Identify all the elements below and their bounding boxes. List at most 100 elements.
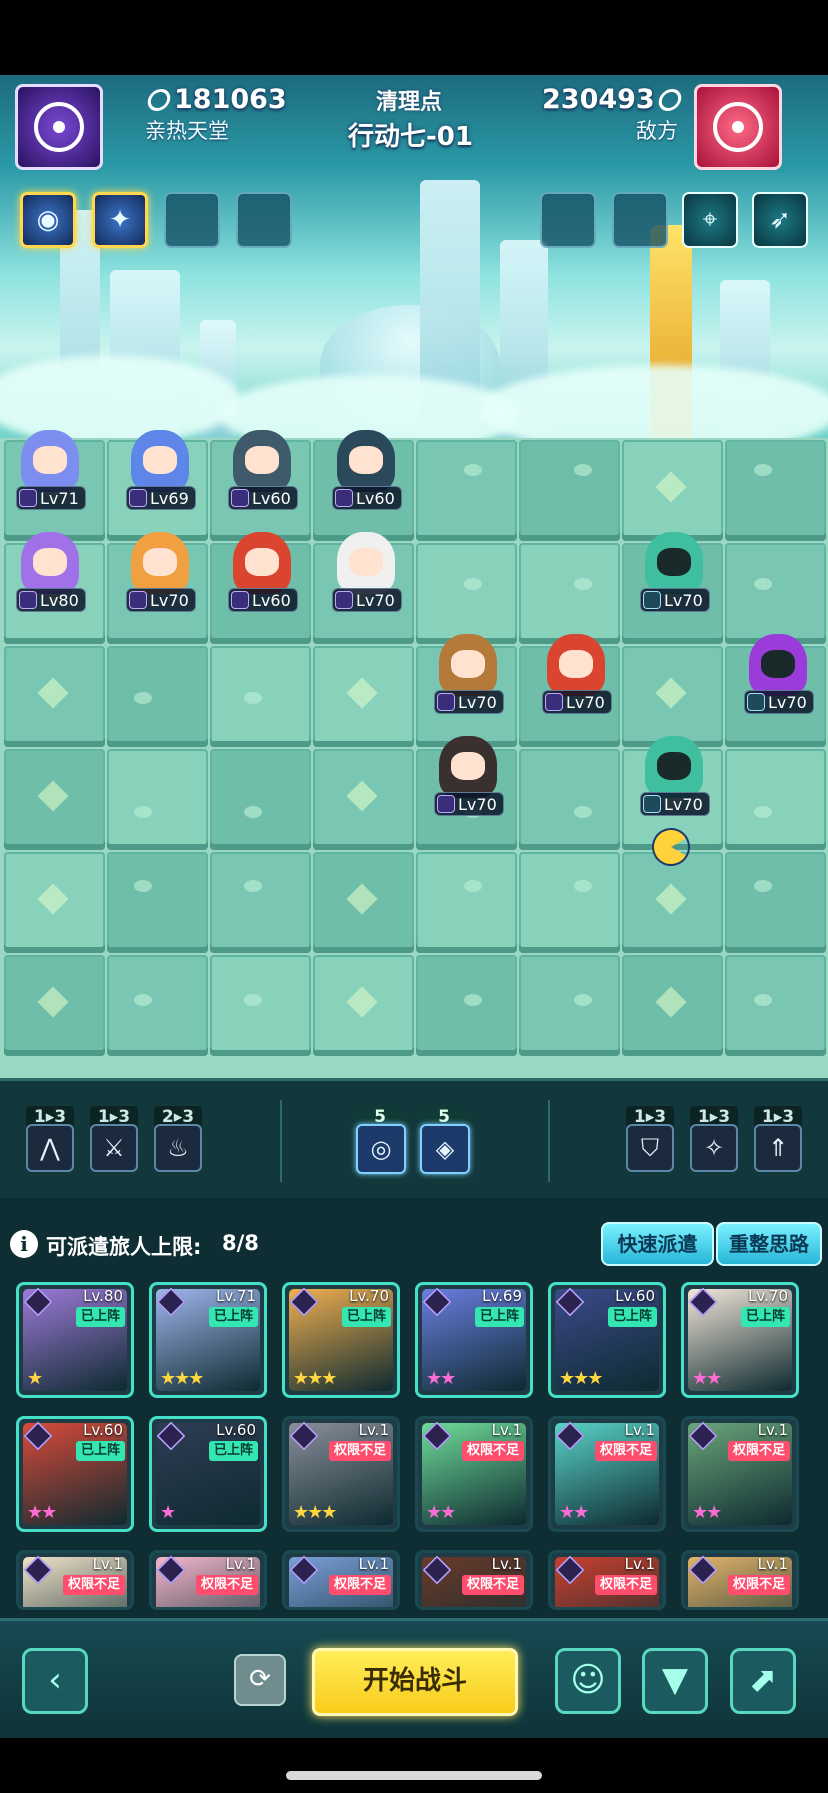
board-tile[interactable] [210,749,311,850]
traveler-card[interactable]: Lv.70 已上阵 ★★ [681,1282,799,1398]
enemy-buff-slot-crosshair[interactable]: ⌖ [682,192,738,248]
board-tile[interactable] [725,440,826,541]
class-swirl[interactable]: ◎ [356,1124,406,1174]
board-tile[interactable] [416,852,517,953]
enemy-unit[interactable]: Lv70 [626,730,722,830]
player-unit[interactable]: Lv60 [214,526,310,626]
tile-decoration [464,578,482,590]
traveler-card[interactable]: Lv.1 权限不足 [548,1550,666,1610]
swap-button[interactable]: ⟳ [234,1654,286,1706]
traveler-card[interactable]: Lv.60 已上阵 ★ [149,1416,267,1532]
unit-level-badge: Lv70 [744,690,814,714]
info-icon[interactable]: i [10,1230,38,1258]
board-tile[interactable] [519,440,620,541]
board-tile[interactable] [519,749,620,850]
board-tile[interactable] [210,852,311,953]
start-battle-button[interactable]: 开始战斗 [312,1648,518,1716]
swirl-icon: ◎ [370,1135,392,1163]
buff-slot-empty[interactable] [164,192,220,248]
traveler-card[interactable]: Lv.69 已上阵 ★★ [415,1282,533,1398]
player-unit[interactable]: Lv70 [420,628,516,728]
traveler-card[interactable]: Lv.1 权限不足 ★★ [415,1416,533,1532]
unit-level-badge: Lv60 [228,588,298,612]
board-tile[interactable] [725,749,826,850]
board-tile[interactable] [107,749,208,850]
board-tile[interactable] [622,955,723,1056]
brain-button[interactable]: ☺ [555,1648,621,1714]
board-tile[interactable] [4,955,105,1056]
board-tile[interactable] [313,646,414,747]
board-tile[interactable] [4,646,105,747]
class-dagger[interactable]: ⚔ [90,1124,138,1172]
enemy-unit[interactable]: Lv70 [626,526,722,626]
player-avatar[interactable] [15,84,103,170]
reset-button[interactable]: 重整思路 [716,1222,822,1266]
board-tile[interactable] [210,646,311,747]
buff-slot-spiral[interactable]: ◉ [20,192,76,248]
board-tile[interactable] [4,852,105,953]
player-unit[interactable]: Lv80 [2,526,98,626]
player-unit[interactable]: Lv60 [214,424,310,524]
board-tile[interactable] [725,955,826,1056]
traveler-card[interactable]: Lv.1 权限不足 [415,1550,533,1610]
traveler-card[interactable]: Lv.70 已上阵 ★★★ [282,1282,400,1398]
card-level: Lv.71 [216,1287,256,1305]
class-flame[interactable]: ♨ [154,1124,202,1172]
board-tile[interactable] [4,749,105,850]
board-tile[interactable] [313,955,414,1056]
board-tile[interactable] [622,852,723,953]
class-icon [19,591,37,609]
class-icon [129,591,147,609]
traveler-card[interactable]: Lv.80 已上阵 ★ [16,1282,134,1398]
class-diamond[interactable]: ◈ [420,1124,470,1174]
class-mountain[interactable]: ⋀ [26,1124,74,1172]
class-star[interactable]: ✧ [690,1124,738,1172]
back-button[interactable]: ‹ [22,1648,88,1714]
player-unit[interactable]: Lv70 [420,730,516,830]
class-shield[interactable]: ⛉ [626,1124,674,1172]
traveler-card[interactable]: Lv.1 权限不足 [282,1550,400,1610]
player-unit[interactable]: Lv70 [112,526,208,626]
board-tile[interactable] [519,852,620,953]
player-unit[interactable]: Lv70 [528,628,624,728]
buff-slot-empty[interactable] [236,192,292,248]
board-tile[interactable] [725,852,826,953]
player-unit[interactable]: Lv60 [318,424,414,524]
board-tile[interactable] [519,955,620,1056]
traveler-card[interactable]: Lv.1 权限不足 ★★ [548,1416,666,1532]
sort-button[interactable]: ⬈ [730,1648,796,1714]
unit-level: Lv71 [40,488,79,508]
traveler-card[interactable]: Lv.1 权限不足 ★★★ [282,1416,400,1532]
board-tile[interactable] [313,852,414,953]
board-tile[interactable] [107,955,208,1056]
unit-level-badge: Lv71 [16,486,86,510]
traveler-card[interactable]: Lv.60 已上阵 ★★ [16,1416,134,1532]
traveler-card[interactable]: Lv.1 权限不足 [681,1550,799,1610]
battle-board: Lv71 Lv69 Lv60 Lv60 Lv80 Lv70 Lv60 Lv70 Lv70 Lv70… [0,430,828,1078]
traveler-card[interactable]: Lv.1 权限不足 ★★ [681,1416,799,1532]
player-unit[interactable]: Lv70 [318,526,414,626]
enemy-buff-slot-empty[interactable] [540,192,596,248]
quick-deploy-button[interactable]: 快速派遣 [601,1222,714,1266]
class-arrow-up[interactable]: ⇑ [754,1124,802,1172]
player-unit[interactable]: Lv69 [112,424,208,524]
board-tile[interactable] [107,852,208,953]
enemy-buff-slot-empty[interactable] [612,192,668,248]
player-unit[interactable]: Lv71 [2,424,98,524]
filter-button[interactable]: ▼ [642,1648,708,1714]
traveler-card[interactable]: Lv.1 权限不足 [149,1550,267,1610]
board-tile[interactable] [416,440,517,541]
enemy-unit[interactable]: Lv70 [730,628,826,728]
board-tile[interactable] [107,646,208,747]
buff-slot-sparkle[interactable]: ✦ [92,192,148,248]
board-tile[interactable] [313,749,414,850]
enemy-avatar[interactable] [694,84,782,170]
traveler-card[interactable]: Lv.60 已上阵 ★★★ [548,1282,666,1398]
board-tile[interactable] [210,955,311,1056]
enemy-buff-slot-runner[interactable]: ➶ [752,192,808,248]
unit-level-badge: Lv80 [16,588,86,612]
traveler-card[interactable]: Lv.71 已上阵 ★★★ [149,1282,267,1398]
traveler-card[interactable]: Lv.1 权限不足 [16,1550,134,1610]
board-tile[interactable] [416,955,517,1056]
tile-decoration [134,880,152,892]
